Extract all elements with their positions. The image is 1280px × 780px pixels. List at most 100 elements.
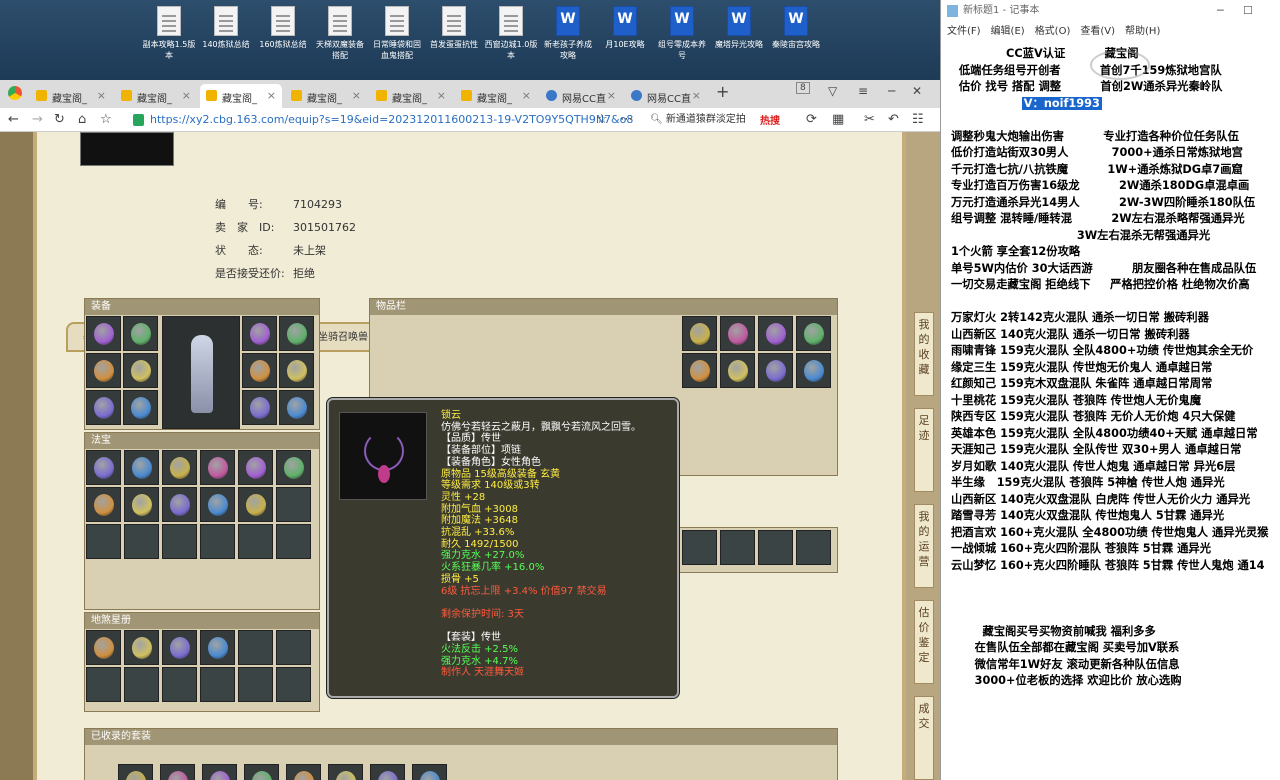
item-slot[interactable]: [118, 764, 153, 780]
empty-slot[interactable]: [124, 667, 159, 702]
close-window-icon[interactable]: ✕: [912, 84, 922, 98]
empty-slot[interactable]: [86, 524, 121, 559]
side-strip-link[interactable]: 我的收藏: [914, 312, 934, 396]
item-slot[interactable]: [242, 353, 277, 388]
minimize-icon[interactable]: ─: [1217, 0, 1224, 22]
desktop-icon[interactable]: 新老孩子养成攻略: [541, 6, 595, 76]
desktop-icon[interactable]: 秦陵宙宫攻略: [769, 6, 823, 76]
item-slot[interactable]: [276, 450, 311, 485]
browser-tab[interactable]: 网易CC直 ×: [625, 84, 707, 108]
more-icon[interactable]: ⋯: [620, 112, 633, 127]
item-slot[interactable]: [160, 764, 195, 780]
bookmark-star-icon[interactable]: ☆: [596, 112, 608, 127]
empty-slot[interactable]: [238, 630, 273, 665]
empty-slot[interactable]: [200, 524, 235, 559]
scissors-icon[interactable]: ✂: [864, 112, 875, 127]
item-slot[interactable]: [86, 630, 121, 665]
browser-tab[interactable]: 藏宝阁_ ×: [200, 84, 282, 108]
item-slot[interactable]: [86, 353, 121, 388]
item-slot[interactable]: [370, 764, 405, 780]
item-slot[interactable]: [86, 316, 121, 351]
item-slot[interactable]: [123, 316, 158, 351]
url-input[interactable]: https://xy2.cbg.163.com/equip?s=19&eid=2…: [128, 111, 648, 129]
side-strip-link[interactable]: 足迹: [914, 408, 934, 492]
item-slot[interactable]: [720, 353, 755, 388]
tab-close-icon[interactable]: ×: [607, 89, 616, 102]
item-slot[interactable]: [242, 390, 277, 425]
tab-count-badge[interactable]: 8: [796, 82, 810, 94]
item-slot[interactable]: [682, 316, 717, 351]
empty-slot[interactable]: [796, 530, 831, 565]
tab-close-icon[interactable]: ×: [692, 89, 701, 102]
favorites-icon[interactable]: ☆: [100, 112, 112, 127]
item-slot[interactable]: [720, 316, 755, 351]
notepad-menu-item[interactable]: 查看(V): [1080, 26, 1115, 37]
notepad-text-area[interactable]: CC蓝V认证 藏宝阁 低端任务组号开创者 首创7千159炼狱地宫队 估价 找号 …: [951, 46, 1276, 776]
desktop-icon[interactable]: 天梯双魔装备搭配: [313, 6, 367, 76]
side-strip-link[interactable]: 估价鉴定: [914, 600, 934, 684]
desktop-icon[interactable]: 月10E攻略: [598, 6, 652, 76]
notepad-menu-item[interactable]: 文件(F): [947, 26, 981, 37]
empty-slot[interactable]: [720, 530, 755, 565]
browser-tab[interactable]: 藏宝阁_ ×: [30, 84, 112, 108]
empty-slot[interactable]: [276, 524, 311, 559]
item-slot[interactable]: [238, 450, 273, 485]
item-slot[interactable]: [162, 450, 197, 485]
minimize-icon[interactable]: ─: [888, 84, 895, 98]
item-slot[interactable]: [682, 353, 717, 388]
item-slot[interactable]: [200, 487, 235, 522]
empty-slot[interactable]: [162, 667, 197, 702]
item-slot[interactable]: [124, 630, 159, 665]
item-slot[interactable]: [242, 316, 277, 351]
item-slot[interactable]: [124, 487, 159, 522]
tab-close-icon[interactable]: ×: [522, 89, 531, 102]
reload-icon[interactable]: ↻: [54, 112, 65, 127]
item-slot[interactable]: [758, 353, 793, 388]
tab-close-icon[interactable]: ×: [97, 89, 106, 102]
item-slot[interactable]: [123, 390, 158, 425]
tab-close-icon[interactable]: ×: [437, 89, 446, 102]
notepad-menu-item[interactable]: 编辑(E): [991, 26, 1025, 37]
empty-slot[interactable]: [276, 630, 311, 665]
desktop-icon[interactable]: 160炼狱总结: [256, 6, 310, 76]
maximize-icon[interactable]: ☐: [1243, 0, 1253, 22]
shirt-icon[interactable]: ▽: [828, 84, 837, 98]
back-icon[interactable]: ←: [8, 112, 19, 127]
item-slot[interactable]: [286, 764, 321, 780]
tab-close-icon[interactable]: ×: [352, 89, 361, 102]
sync-icon[interactable]: ⟳: [806, 112, 817, 127]
desktop-icon[interactable]: 副本攻略1.5版本: [142, 6, 196, 76]
browser-tab[interactable]: 网易CC直 ×: [540, 84, 622, 108]
item-slot[interactable]: [200, 630, 235, 665]
browser-tab[interactable]: 藏宝阁_ ×: [285, 84, 367, 108]
tab-close-icon[interactable]: ×: [182, 89, 191, 102]
browser-tab[interactable]: 藏宝阁_ ×: [455, 84, 537, 108]
browser-logo-icon[interactable]: [8, 86, 22, 100]
browser-tab[interactable]: 藏宝阁_ ×: [370, 84, 452, 108]
empty-slot[interactable]: [200, 667, 235, 702]
desktop-icon[interactable]: 140炼狱总结: [199, 6, 253, 76]
empty-slot[interactable]: [238, 524, 273, 559]
desktop-icon[interactable]: 西窗边城1.0版本: [484, 6, 538, 76]
forward-icon[interactable]: →: [32, 112, 43, 127]
item-slot[interactable]: [238, 487, 273, 522]
item-slot[interactable]: [796, 316, 831, 351]
item-slot[interactable]: [86, 390, 121, 425]
item-slot[interactable]: [279, 390, 314, 425]
item-slot[interactable]: [200, 450, 235, 485]
empty-slot[interactable]: [162, 524, 197, 559]
tab-close-icon[interactable]: ×: [267, 89, 276, 102]
empty-slot[interactable]: [682, 530, 717, 565]
browser-tab[interactable]: 藏宝阁_ ×: [115, 84, 197, 108]
notepad-menu-item[interactable]: 格式(O): [1035, 26, 1071, 37]
empty-slot[interactable]: [276, 667, 311, 702]
item-slot[interactable]: [412, 764, 447, 780]
undo-icon[interactable]: ↶: [888, 112, 899, 127]
notepad-menu-item[interactable]: 帮助(H): [1125, 26, 1160, 37]
item-slot[interactable]: [279, 353, 314, 388]
empty-slot[interactable]: [124, 524, 159, 559]
item-slot[interactable]: [328, 764, 363, 780]
item-slot[interactable]: [123, 353, 158, 388]
desktop-icon[interactable]: 组号零成本养号: [655, 6, 709, 76]
desktop-icon[interactable]: 首发蛋蛋抗性: [427, 6, 481, 76]
